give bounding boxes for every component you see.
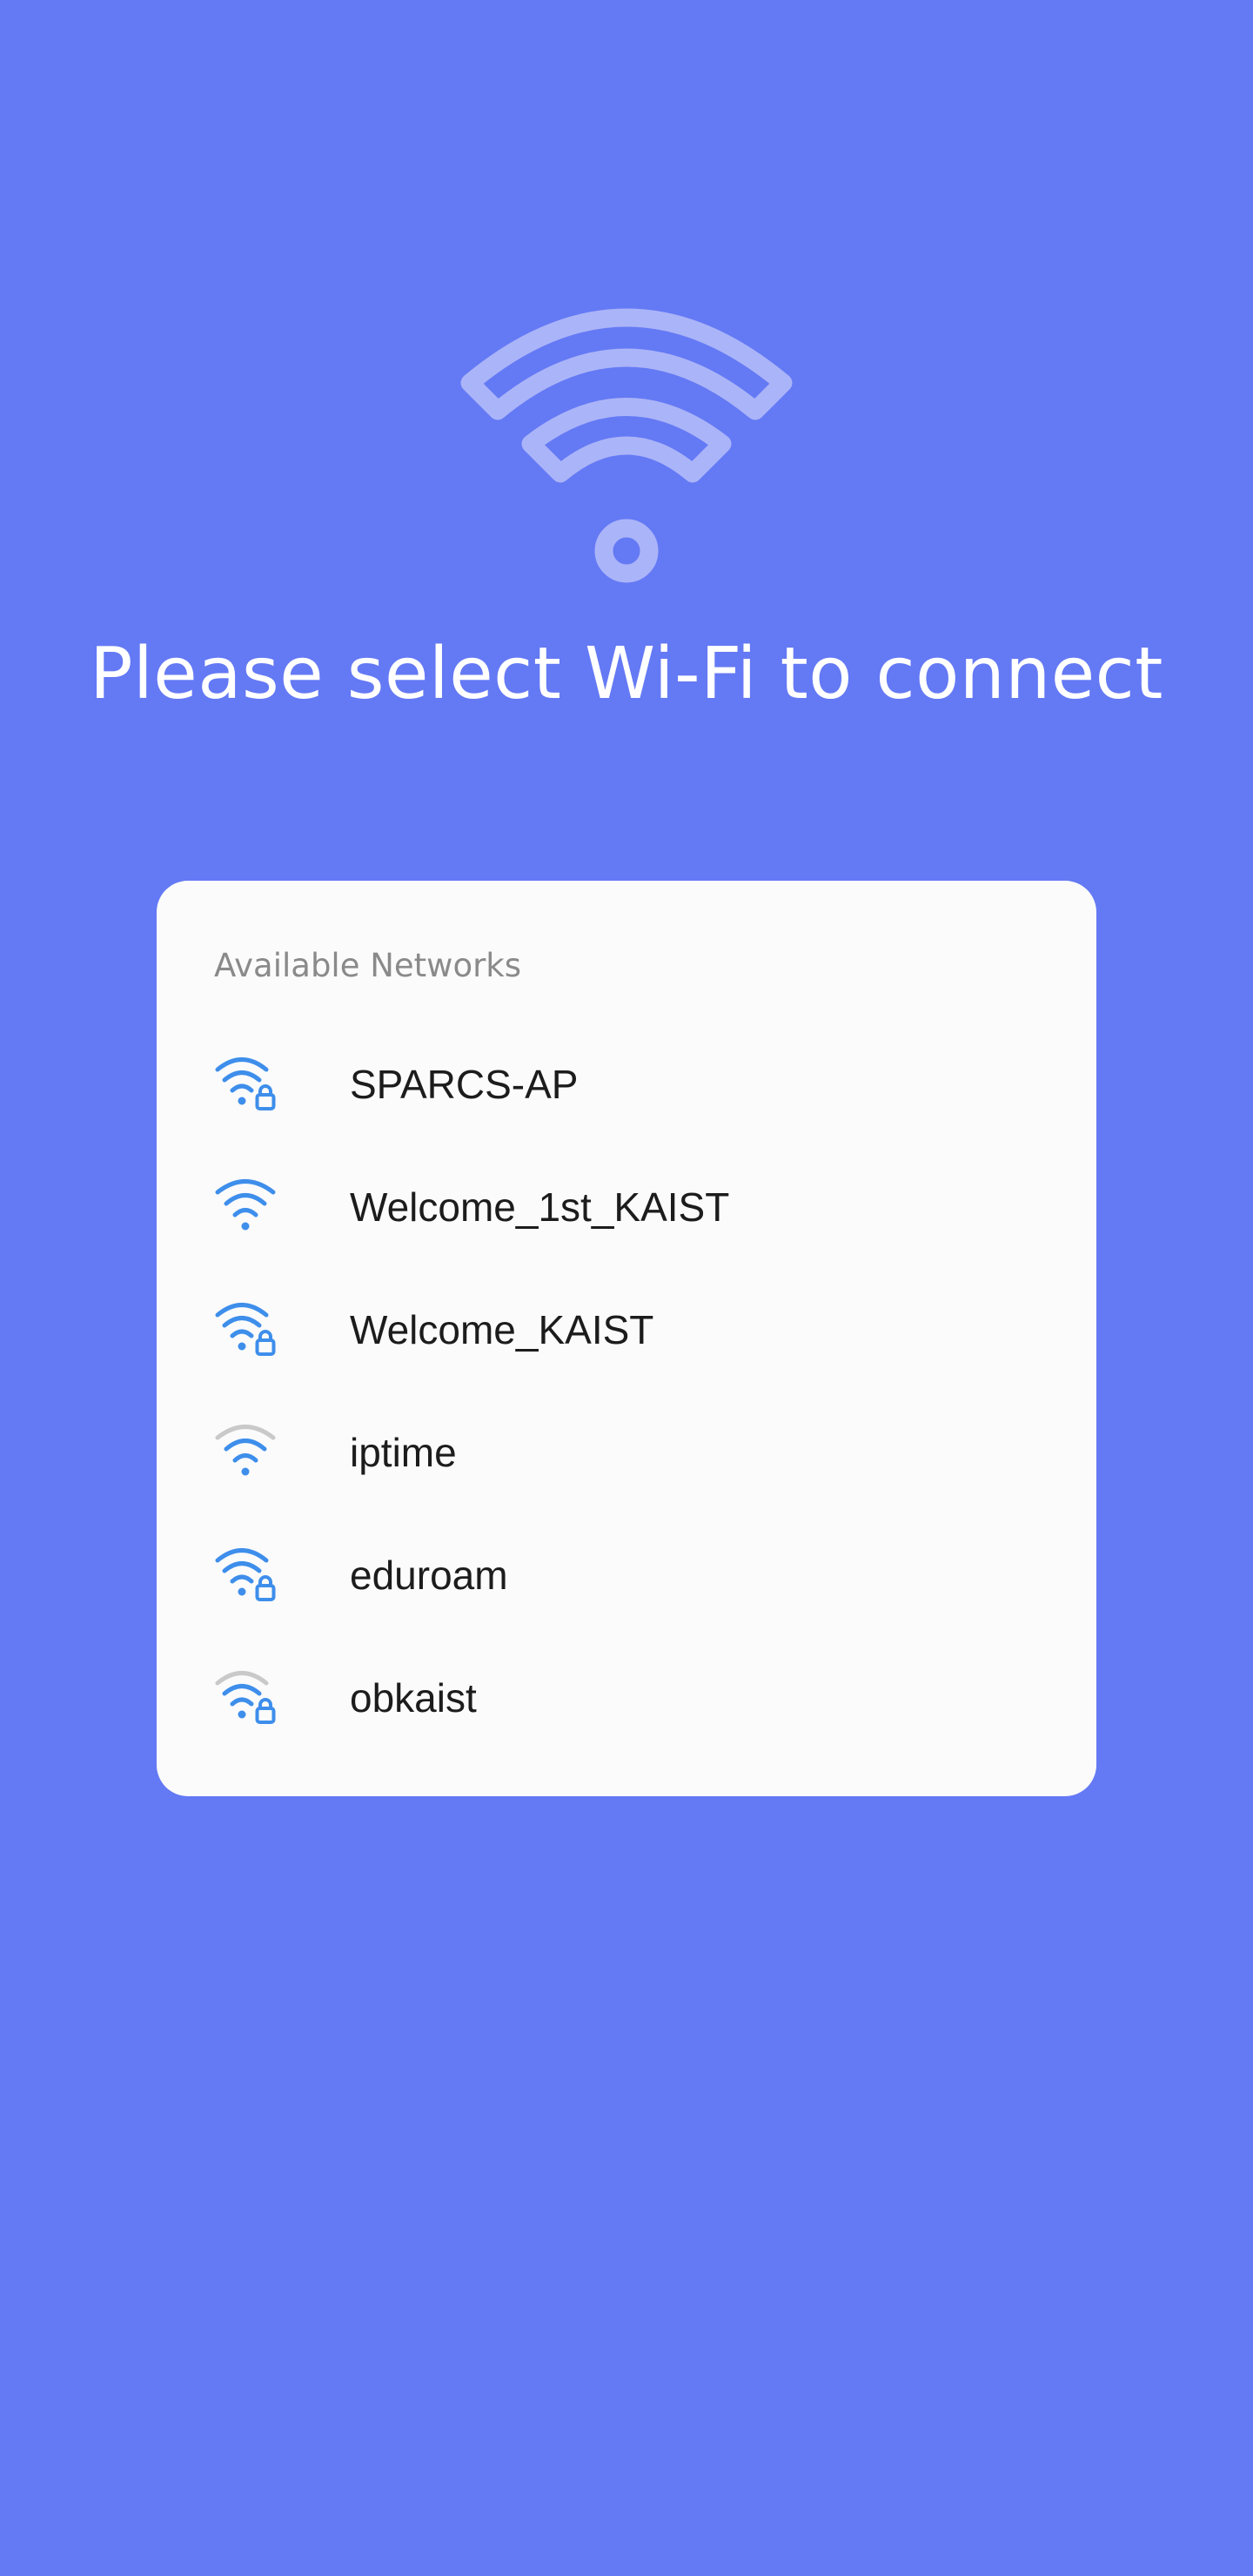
network-name: Welcome_KAIST <box>350 1307 654 1352</box>
wifi-locked-icon <box>215 1671 276 1724</box>
network-name: obkaist <box>350 1675 477 1721</box>
wifi-icon <box>215 1179 276 1231</box>
network-name: iptime <box>350 1430 457 1475</box>
wifi-locked-icon <box>215 1303 276 1356</box>
network-item-welcome-1st-kaist[interactable]: Welcome_1st_KAIST <box>157 1146 1096 1269</box>
network-name: SPARCS-AP <box>350 1062 579 1107</box>
network-item-iptime[interactable]: iptime <box>157 1392 1096 1514</box>
network-item-obkaist[interactable]: obkaist <box>157 1637 1096 1760</box>
section-header: Available Networks <box>214 947 521 984</box>
page-title: Please select Wi-Fi to connect <box>90 633 1163 715</box>
network-item-eduroam[interactable]: eduroam <box>157 1514 1096 1637</box>
network-name: Welcome_1st_KAIST <box>350 1184 730 1230</box>
network-name: eduroam <box>350 1553 508 1598</box>
wifi-setup-screen: Please select Wi-Fi to connect Available… <box>0 0 1253 2576</box>
wifi-icon <box>460 308 793 583</box>
network-item-sparcs-ap[interactable]: SPARCS-AP <box>157 1023 1096 1146</box>
network-list: SPARCS-AP Welcome_1st_KAIST Welcome_KAIS… <box>157 1023 1096 1760</box>
wifi-locked-icon <box>215 1057 276 1110</box>
wifi-icon <box>215 1425 276 1476</box>
available-networks-card: Available Networks SPARCS-AP Welcome_1st… <box>157 881 1096 1796</box>
wifi-locked-icon <box>215 1548 276 1601</box>
network-item-welcome-kaist[interactable]: Welcome_KAIST <box>157 1269 1096 1392</box>
